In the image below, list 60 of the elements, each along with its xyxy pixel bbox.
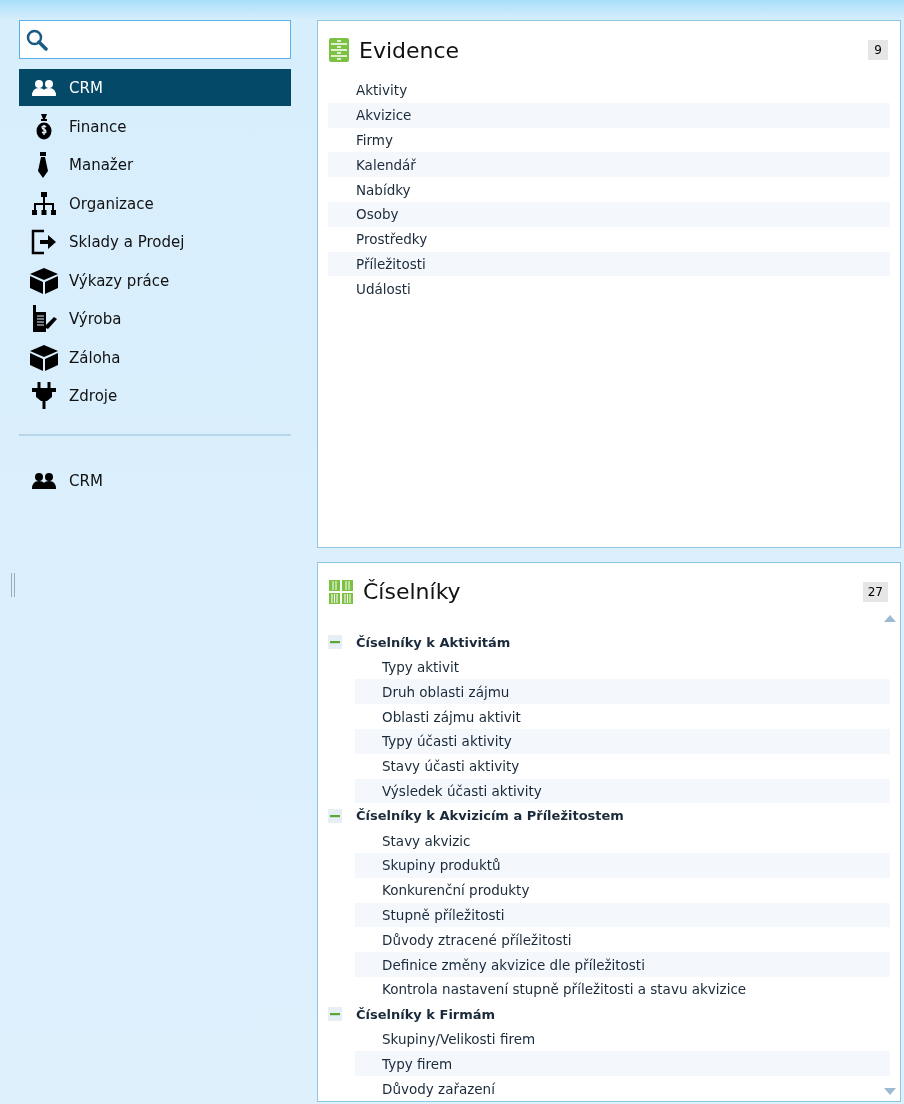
search-icon — [26, 28, 48, 51]
nav-item[interactable]: Organizace — [19, 184, 291, 223]
list-item[interactable]: Skupiny/Velikosti firem — [355, 1026, 890, 1052]
nav-item[interactable]: Záloha — [19, 338, 291, 377]
list-item[interactable]: Důvody zařazení — [355, 1076, 890, 1101]
list-item[interactable]: Nabídky — [328, 177, 890, 202]
list-item[interactable]: Akvizice — [328, 102, 890, 128]
plug-icon — [31, 382, 57, 411]
list-item[interactable]: Skupiny produktů — [355, 853, 890, 878]
list-item[interactable]: Stupně příležitosti — [355, 902, 890, 928]
cube-icon — [30, 267, 58, 294]
group-header[interactable]: Číselníky k Firmám — [356, 1006, 496, 1022]
nav-item[interactable]: Výkazy práce — [19, 261, 291, 300]
nav-item[interactable]: Finance — [19, 107, 291, 146]
cube-icon — [30, 344, 58, 371]
collapse-icon[interactable] — [328, 635, 342, 650]
list-item[interactable]: Události — [328, 276, 890, 302]
nav-item[interactable]: Sklady a Prodej — [19, 223, 291, 262]
list-item[interactable]: Firmy — [328, 127, 890, 153]
splitter-handle[interactable] — [11, 573, 15, 597]
search-field[interactable] — [19, 20, 291, 59]
list-item[interactable]: Stavy akvizic — [355, 828, 890, 854]
list-item[interactable]: Konkurenční produkty — [355, 877, 890, 903]
people-icon — [31, 471, 57, 490]
nav-item[interactable]: Manažer — [19, 146, 291, 185]
panel-title: Evidence — [359, 37, 461, 63]
list-item[interactable]: Kontrola nastavení stupně příležitosti a stavu akvizice — [355, 977, 890, 1002]
list-item[interactable]: Typy účasti aktivity — [355, 729, 890, 754]
list-item[interactable]: Definice změny akvizice dle příležitosti — [355, 952, 890, 977]
recent-item[interactable]: CRM — [19, 461, 291, 500]
scroll-down-icon[interactable] — [884, 1088, 896, 1095]
cabinet-icon — [329, 38, 349, 62]
group-header[interactable]: Číselníky k Akvizicím a Příležitostem — [356, 808, 624, 824]
list-item[interactable]: Druh oblasti zájmu — [355, 679, 890, 705]
hierarchy-icon — [32, 191, 56, 216]
list-item[interactable]: Typy firem — [355, 1051, 890, 1077]
panel-title: Číselníky — [363, 579, 462, 605]
list-item[interactable]: Výsledek účasti aktivity — [355, 778, 890, 804]
nav-item[interactable]: CRM — [19, 69, 291, 106]
item-count: 9 — [868, 40, 888, 60]
scroll-up-icon[interactable] — [884, 614, 896, 622]
grid-icon — [329, 579, 353, 604]
nav-item[interactable]: Zdroje — [19, 377, 291, 416]
exit-icon — [31, 229, 57, 256]
people-icon — [31, 78, 57, 97]
list-item[interactable]: Kalendář — [328, 152, 890, 178]
group-header[interactable]: Číselníky k Aktivitám — [356, 634, 511, 650]
list-item[interactable]: Příležitosti — [328, 251, 890, 277]
list-item[interactable]: Stavy účasti aktivity — [355, 753, 890, 779]
list-item[interactable]: Důvody ztracené příležitosti — [355, 927, 890, 953]
list-item[interactable]: Aktivity — [328, 78, 890, 103]
nav-item[interactable]: Výroba — [19, 300, 291, 339]
list-item[interactable]: Prostředky — [328, 226, 890, 252]
list-item[interactable]: Oblasti zájmu aktivit — [355, 704, 890, 730]
list-item[interactable]: Osoby — [328, 202, 890, 227]
money-bag-icon — [36, 113, 52, 140]
list-item[interactable]: Typy aktivit — [355, 654, 890, 680]
collapse-icon[interactable] — [328, 808, 342, 823]
collapse-icon[interactable] — [328, 1007, 342, 1022]
item-count: 27 — [862, 581, 888, 602]
